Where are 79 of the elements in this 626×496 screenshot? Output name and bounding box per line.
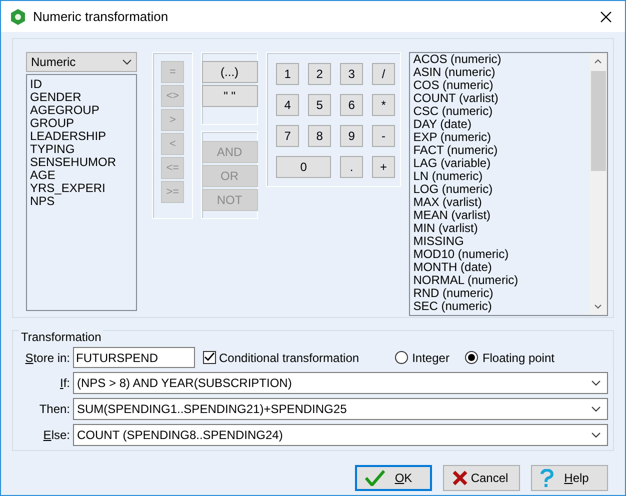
function-item[interactable]: ACOS (numeric) bbox=[413, 53, 587, 66]
chevron-down-icon bbox=[591, 380, 601, 386]
chevron-down-icon bbox=[591, 432, 601, 438]
store-in-field[interactable]: FUTURSPEND bbox=[73, 347, 195, 368]
keypad-button[interactable]: 1 bbox=[276, 63, 300, 85]
chevron-down-icon bbox=[591, 406, 601, 412]
function-item[interactable]: COUNT (varlist) bbox=[413, 92, 587, 105]
keypad-button[interactable]: / bbox=[372, 63, 396, 85]
field-label: Store in: bbox=[24, 350, 70, 364]
variable-item[interactable]: YRS_EXPERI bbox=[30, 182, 134, 195]
function-item[interactable]: DAY (date) bbox=[413, 118, 587, 131]
dialog-button[interactable]: Help bbox=[531, 465, 608, 491]
group-title: Transformation bbox=[19, 330, 104, 344]
grouping-button[interactable]: " " bbox=[202, 85, 258, 107]
grouping-button[interactable]: (...) bbox=[202, 61, 258, 83]
function-item[interactable]: LN (numeric) bbox=[413, 170, 587, 183]
function-item[interactable]: SEC (numeric) bbox=[413, 300, 587, 313]
scroll-down-icon bbox=[594, 304, 602, 309]
field-label: If: bbox=[58, 376, 70, 390]
function-item[interactable]: NORMAL (numeric) bbox=[413, 274, 587, 287]
function-item[interactable]: RND (numeric) bbox=[413, 287, 587, 300]
keypad-button[interactable]: 7 bbox=[276, 125, 300, 147]
function-item[interactable]: MOD10 (numeric) bbox=[413, 248, 587, 261]
variable-item[interactable]: GENDER bbox=[30, 91, 134, 104]
function-item[interactable]: MIN (varlist) bbox=[413, 222, 587, 235]
function-item[interactable]: FACT (numeric) bbox=[413, 144, 587, 157]
checkmark-icon bbox=[204, 352, 215, 363]
variable-item[interactable]: AGE bbox=[30, 169, 134, 182]
keypad-button[interactable]: - bbox=[372, 125, 396, 147]
scroll-up-icon bbox=[594, 59, 602, 64]
app-icon bbox=[10, 8, 26, 24]
keypad-button[interactable]: 5 bbox=[308, 94, 332, 116]
function-item[interactable]: CSC (numeric) bbox=[413, 105, 587, 118]
keypad-button[interactable]: 4 bbox=[276, 94, 300, 116]
conditional-checkbox[interactable]: Conditional transformation bbox=[203, 350, 360, 364]
keypad-button[interactable]: 9 bbox=[340, 125, 364, 147]
variable-item[interactable]: NPS bbox=[30, 195, 134, 208]
variable-item[interactable]: SENSEHUMOR bbox=[30, 156, 134, 169]
keypad-button[interactable]: + bbox=[372, 156, 396, 178]
field-label: Else: bbox=[42, 428, 70, 442]
function-item[interactable]: MAX (varlist) bbox=[413, 196, 587, 209]
expression-field[interactable]: SUM(SPENDING1..SPENDING21)+SPENDING25 bbox=[73, 398, 608, 420]
close-icon bbox=[600, 10, 612, 22]
function-item[interactable]: MEAN (varlist) bbox=[413, 209, 587, 222]
variable-item[interactable]: GROUP bbox=[30, 117, 134, 130]
keypad-button[interactable]: 3 bbox=[340, 63, 364, 85]
variable-type-dropdown[interactable]: Numeric bbox=[26, 52, 138, 72]
field-label: Then: bbox=[38, 402, 70, 416]
checkmark-icon bbox=[365, 470, 385, 486]
keypad-button[interactable]: 0 bbox=[276, 156, 332, 178]
chevron-down-icon bbox=[122, 59, 132, 65]
variable-item[interactable]: ID bbox=[30, 78, 134, 91]
dialog-button[interactable]: Cancel bbox=[443, 465, 520, 491]
keypad-button[interactable]: 8 bbox=[308, 125, 332, 147]
keypad-button[interactable]: * bbox=[372, 94, 396, 116]
expression-field[interactable]: (NPS > 8) AND YEAR(SUBSCRIPTION) bbox=[73, 372, 608, 394]
variable-item[interactable]: AGEGROUP bbox=[30, 104, 134, 117]
function-item[interactable]: EXP (numeric) bbox=[413, 131, 587, 144]
expression-field[interactable]: COUNT (SPENDING8..SPENDING24) bbox=[73, 424, 608, 446]
keypad-button[interactable]: 6 bbox=[340, 94, 364, 116]
scrollbar[interactable] bbox=[590, 53, 607, 315]
cross-icon bbox=[452, 470, 468, 486]
question-mark-icon bbox=[540, 469, 554, 487]
variable-item[interactable]: LEADERSHIP bbox=[30, 130, 134, 143]
number-type-radio[interactable]: Integer bbox=[395, 350, 450, 364]
keypad-button[interactable]: . bbox=[340, 156, 364, 178]
keypad-button[interactable]: 2 bbox=[308, 63, 332, 85]
variable-item[interactable]: TYPING bbox=[30, 143, 134, 156]
number-type-radio[interactable]: Floating point bbox=[465, 350, 554, 364]
function-item[interactable]: COS (numeric) bbox=[413, 79, 587, 92]
function-item[interactable]: ASIN (numeric) bbox=[413, 66, 587, 79]
function-item[interactable]: MONTH (date) bbox=[413, 261, 587, 274]
function-item[interactable]: MISSING bbox=[413, 235, 587, 248]
function-item[interactable]: LAG (variable) bbox=[413, 157, 587, 170]
function-list[interactable] bbox=[409, 52, 608, 316]
window-title: Numeric transformation bbox=[33, 9, 170, 24]
variable-list[interactable]: ID GENDER AGEGROUP GROUP LEADERSHIP TYPING SENSEHUMOR AGE YRS_EXPERI NPS bbox=[26, 74, 138, 311]
dialog-button[interactable]: OK bbox=[355, 465, 432, 491]
function-item[interactable]: LOG (numeric) bbox=[413, 183, 587, 196]
